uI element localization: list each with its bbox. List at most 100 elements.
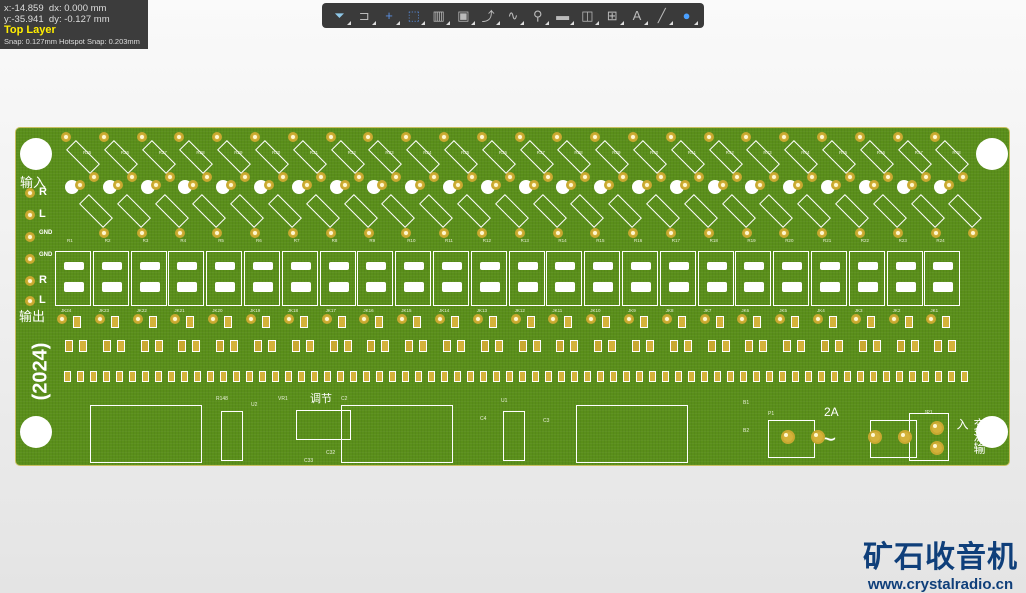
jack-module[interactable]	[130, 251, 167, 306]
pin-label-gnd2: GND	[39, 252, 53, 258]
component-icon[interactable]: ▣	[454, 7, 475, 25]
smd-part	[858, 340, 867, 352]
jack-module[interactable]	[848, 251, 885, 306]
jack-module[interactable]	[811, 251, 847, 306]
jack-module[interactable]	[470, 251, 507, 306]
jack-module[interactable]	[773, 251, 810, 306]
jack-module[interactable]	[55, 251, 91, 306]
pad	[817, 132, 827, 142]
select-rect-icon[interactable]: ⬚	[404, 7, 425, 25]
jack-module[interactable]	[357, 251, 394, 306]
resistor-label: R16	[634, 238, 643, 243]
pad	[930, 228, 941, 238]
pad	[170, 314, 181, 324]
jack-module[interactable]	[659, 251, 696, 306]
align-icon[interactable]: ▥	[429, 7, 450, 25]
line-icon[interactable]: ╱	[652, 7, 673, 25]
resistor-outline	[330, 140, 365, 174]
resistor-outline	[230, 194, 265, 228]
smd-part	[677, 316, 686, 328]
resistor-outline	[519, 140, 554, 174]
smd-part	[857, 371, 864, 382]
resistor-label: R17	[671, 238, 681, 243]
polygon-icon[interactable]: ▬	[553, 7, 574, 25]
jack-module[interactable]	[319, 251, 356, 306]
via-icon[interactable]: ⚲	[528, 7, 549, 25]
smd-part	[363, 371, 370, 382]
jack-module[interactable]	[433, 251, 469, 306]
cross-icon[interactable]: +	[380, 7, 401, 25]
resistor-label: R27	[158, 150, 167, 155]
jack-module[interactable]	[546, 251, 583, 306]
string-icon[interactable]: A	[628, 7, 649, 25]
jack-module[interactable]	[508, 251, 545, 306]
pad	[126, 172, 137, 182]
smd-part	[178, 340, 187, 352]
jack-module[interactable]	[92, 251, 129, 306]
route-icon[interactable]: ⤴	[479, 7, 500, 25]
3d-view-icon[interactable]: ●	[677, 7, 698, 25]
smd-part	[299, 316, 308, 328]
pad	[958, 172, 969, 182]
jack-label: JK8	[665, 308, 674, 313]
jack-module[interactable]	[168, 251, 205, 306]
pad	[831, 180, 841, 190]
jack-module[interactable]	[584, 251, 621, 306]
pad	[325, 228, 336, 238]
watermark: 矿石收音机 www.crystalradio.cn	[863, 532, 1018, 593]
pad	[429, 172, 440, 182]
label-c2: C2	[341, 396, 348, 402]
dimension-icon[interactable]: ⊞	[603, 7, 624, 25]
pad	[25, 210, 35, 220]
pad	[150, 180, 161, 190]
pad	[391, 172, 402, 182]
resistor-label: R34	[423, 150, 432, 155]
smd-part	[961, 371, 968, 382]
keepout-icon[interactable]: ◫	[578, 7, 599, 25]
jack-module[interactable]	[622, 251, 658, 306]
pin-label-l1: L	[39, 208, 46, 220]
interactive-route-icon[interactable]: ⊐	[355, 7, 376, 25]
smd-part	[683, 340, 692, 352]
diff-pair-icon[interactable]: ∿	[504, 7, 525, 25]
jack-module[interactable]	[206, 251, 243, 306]
jack-module[interactable]	[924, 251, 961, 306]
jack-module[interactable]	[886, 251, 923, 306]
smd-part	[640, 316, 648, 328]
resistor-outline	[116, 194, 151, 228]
resistor-label: R30	[272, 150, 281, 155]
smd-part	[526, 316, 535, 328]
pad	[737, 314, 748, 324]
pin-label-gnd1: GND	[39, 230, 53, 236]
smd-part	[934, 340, 943, 352]
smd-part	[948, 371, 955, 382]
filter-icon[interactable]: ⏷	[330, 7, 351, 25]
coordinate-readout: x:-14.859 dx: 0.000 mm y:-35.941 dy: -0.…	[0, 0, 148, 49]
pad	[25, 276, 35, 286]
pcb-board[interactable]: R25 R1 JK24 R26 R2 JK23 R27 R3 JK22 R28 R4 JK21 R29 R…	[15, 127, 1010, 466]
pad	[435, 314, 445, 324]
pad	[855, 228, 865, 238]
smd-part	[519, 371, 526, 382]
jack-module[interactable]	[395, 251, 432, 306]
smd-part	[506, 371, 513, 382]
smd-part	[216, 340, 225, 352]
smd-part	[727, 371, 734, 382]
jack-module[interactable]	[244, 251, 280, 306]
smd-part	[532, 340, 541, 352]
jack-module[interactable]	[735, 251, 772, 306]
year-label: (2024)	[29, 342, 52, 401]
jack-module[interactable]	[281, 251, 318, 306]
smd-part	[376, 371, 383, 382]
pad	[898, 430, 912, 444]
resistor-outline	[935, 140, 970, 174]
jack-label: JK1	[930, 308, 939, 313]
pad	[98, 132, 109, 142]
jack-label: JK3	[854, 308, 863, 313]
resistor-label: R4	[180, 238, 187, 243]
smd-part	[571, 371, 578, 382]
smd-part	[608, 340, 617, 352]
pad	[528, 180, 539, 190]
output-label: 输出	[19, 309, 46, 324]
jack-module[interactable]	[697, 251, 734, 306]
